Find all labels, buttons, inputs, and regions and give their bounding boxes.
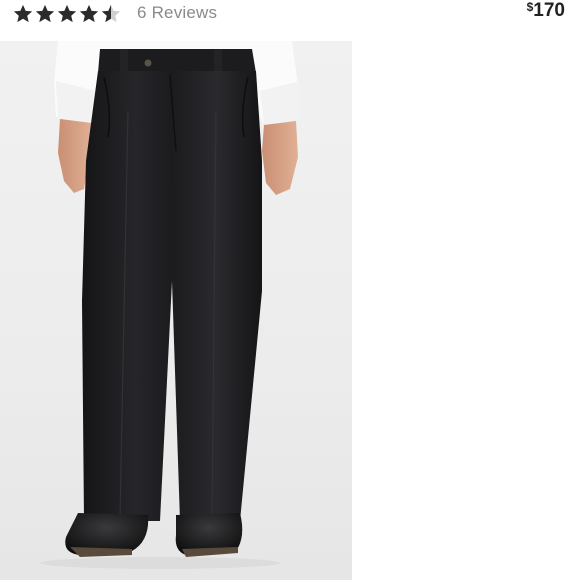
- half-star-icon: [101, 4, 121, 23]
- star-icon: [13, 4, 33, 23]
- price-currency: $: [526, 0, 534, 14]
- star-icon: [79, 4, 99, 23]
- price: $170: [527, 0, 565, 22]
- trousers-illustration: [40, 41, 300, 569]
- price-amount: 170: [533, 0, 565, 21]
- waist-button-icon: [144, 59, 152, 67]
- left-trouser-leg: [82, 71, 178, 521]
- right-hand: [262, 121, 298, 195]
- product-photo[interactable]: [0, 41, 352, 580]
- reviews-count-link[interactable]: 6 Reviews: [137, 3, 217, 23]
- listing-header: 6 Reviews $170: [0, 0, 580, 40]
- star-icon: [35, 4, 55, 23]
- star-rating[interactable]: [12, 2, 122, 26]
- star-icon: [57, 4, 77, 23]
